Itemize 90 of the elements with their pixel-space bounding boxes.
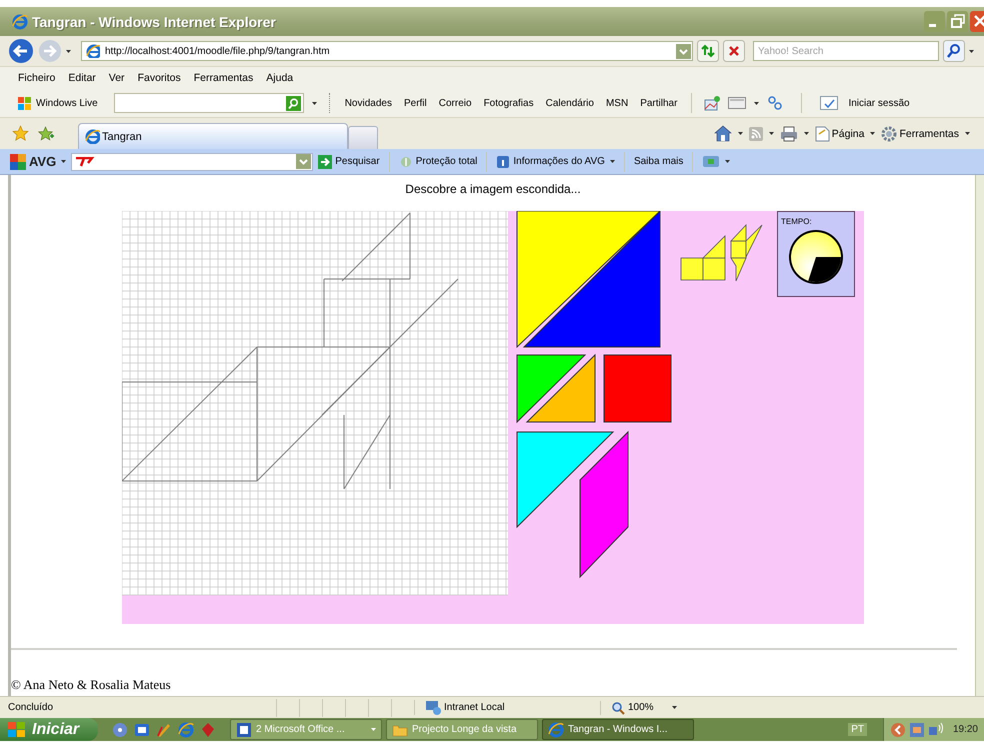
toolbar-link[interactable]: Calendário: [546, 98, 594, 108]
document-icon: [236, 722, 252, 738]
toolbar-button[interactable]: Pesquisar: [318, 154, 380, 168]
caret-icon[interactable]: [725, 160, 730, 163]
dropdown-icon[interactable]: [296, 154, 312, 169]
toolbar-link[interactable]: Partilhar: [640, 98, 678, 108]
caret-icon[interactable]: [672, 706, 677, 709]
avg-logo-icon: [10, 154, 27, 170]
toolbar-button[interactable]: Saiba mais: [634, 156, 684, 167]
info-icon: [496, 154, 510, 168]
caret-icon[interactable]: [768, 132, 774, 135]
caret-icon: [371, 728, 376, 731]
address-field[interactable]: http://localhost:4001/moodle/file.php/9/tangran.htm: [81, 41, 693, 61]
close-icon[interactable]: [970, 11, 984, 32]
restore-icon[interactable]: [947, 11, 968, 32]
sign-in-link[interactable]: Iniciar sessão: [848, 98, 910, 108]
browser-logo-icon: [85, 129, 100, 144]
page-icon: [86, 44, 100, 58]
caret-icon[interactable]: [870, 132, 876, 135]
tangram-piece[interactable]: [516, 432, 614, 528]
search-field[interactable]: Yahoo! Search: [753, 41, 939, 61]
tangram-piece[interactable]: [526, 354, 596, 422]
command-button[interactable]: Página: [814, 126, 864, 142]
windows-live-button[interactable]: Windows Live: [18, 96, 98, 110]
browser-logo-icon: [548, 722, 564, 738]
go-icon: [318, 154, 332, 168]
browser-tab[interactable]: Tangran: [78, 123, 348, 149]
print-icon[interactable]: [780, 126, 798, 142]
page-heading: Descobre a imagem escondida...: [405, 182, 581, 196]
caret-icon[interactable]: [804, 132, 809, 135]
live-search-field[interactable]: [114, 93, 304, 113]
command-button[interactable]: Ferramentas: [881, 126, 959, 142]
caret-icon[interactable]: [754, 102, 760, 104]
favorites-star-icon[interactable]: [12, 125, 29, 142]
window-icon[interactable]: [728, 97, 746, 109]
caret-icon[interactable]: [61, 160, 66, 163]
pencil-icon[interactable]: [156, 722, 172, 738]
clock: 19:20: [952, 724, 978, 735]
avg-button[interactable]: AVG: [10, 154, 56, 170]
settings-icon: [881, 126, 898, 142]
browser-logo-icon: [12, 14, 28, 30]
volume-icon[interactable]: [928, 722, 944, 738]
home-icon[interactable]: [714, 125, 732, 142]
disc-icon[interactable]: [112, 722, 128, 738]
toolbar-button[interactable]: Proteção total: [398, 154, 478, 168]
timer-dial: [787, 228, 845, 286]
toolbar-link[interactable]: Perfil: [404, 98, 427, 108]
status-text: Concluído: [8, 702, 54, 713]
menu-item[interactable]: Editar: [68, 72, 96, 84]
caret-icon[interactable]: [965, 132, 970, 135]
stop-icon[interactable]: [723, 40, 745, 62]
browser-logo-icon[interactable]: [178, 722, 194, 738]
menu-item[interactable]: Ficheiro: [18, 72, 56, 84]
dropdown-icon[interactable]: [676, 44, 691, 58]
back-icon[interactable]: [8, 38, 34, 64]
caret-icon[interactable]: [66, 50, 71, 52]
menu-item[interactable]: Favoritos: [138, 72, 181, 84]
start-button[interactable]: Iniciar: [0, 718, 98, 741]
copyright-text: © Ana Neto & Rosalia Mateus: [11, 677, 171, 693]
security-zone: Intranet Local: [414, 700, 600, 715]
page-icon: [814, 126, 830, 142]
timer-label: TEMPO:: [781, 217, 812, 226]
toolbar-button[interactable]: Informações do AVG: [496, 154, 605, 168]
toolbar-link[interactable]: Novidades: [344, 98, 392, 108]
menu-item[interactable]: Ver: [108, 72, 125, 84]
caret-icon[interactable]: [610, 160, 615, 163]
taskbar-button[interactable]: Tangran - Windows I...: [542, 719, 694, 740]
toolbar-link[interactable]: MSN: [606, 98, 628, 108]
caret-icon[interactable]: [738, 132, 743, 135]
caret-icon[interactable]: [312, 102, 317, 104]
zoom-button[interactable]: 100%: [600, 700, 654, 714]
windows-flag-icon: [18, 96, 32, 110]
window-title: Tangran - Windows Internet Explorer: [32, 14, 276, 30]
minimize-icon[interactable]: [924, 11, 945, 32]
windows-flag-icon: [8, 722, 26, 738]
toolbar-link[interactable]: Correio: [438, 98, 472, 108]
scrollbar[interactable]: [975, 175, 984, 696]
search-icon[interactable]: [943, 40, 965, 62]
caret-icon[interactable]: [969, 50, 974, 52]
menu-item[interactable]: Ajuda: [266, 72, 294, 84]
add-favorite-icon[interactable]: [37, 125, 54, 142]
avg-search-field[interactable]: [71, 152, 314, 170]
zoom-icon: [611, 700, 625, 714]
search-icon[interactable]: [286, 96, 301, 110]
menu-item[interactable]: Ferramentas: [194, 72, 254, 84]
sign-in-icon[interactable]: [820, 96, 838, 110]
refresh-icon[interactable]: [697, 40, 719, 62]
tangram-piece[interactable]: [580, 430, 628, 578]
toolbar-link[interactable]: Fotografias: [484, 98, 534, 108]
tangram-piece[interactable]: [516, 354, 586, 424]
